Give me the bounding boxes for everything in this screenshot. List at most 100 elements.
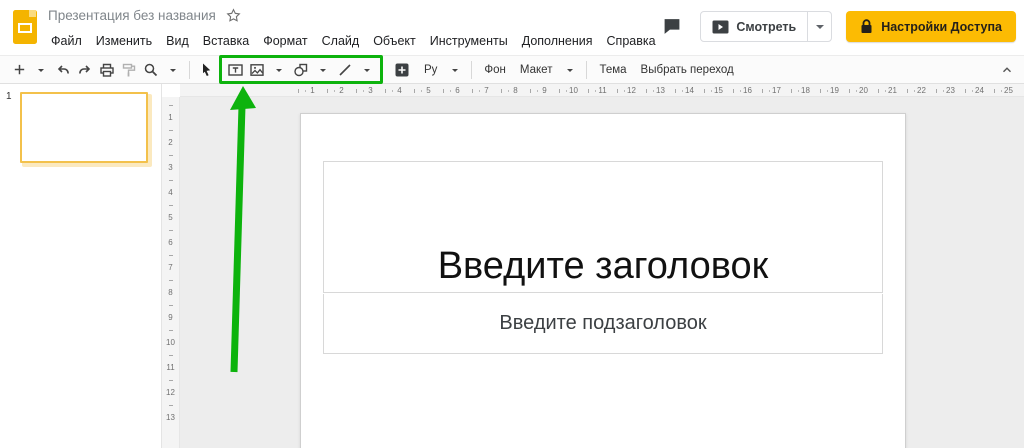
paint-format-button[interactable] bbox=[118, 58, 140, 82]
font-options-button[interactable] bbox=[444, 58, 466, 82]
ruler-tick-label: 3 bbox=[356, 86, 385, 95]
ruler-tick-label: 11 bbox=[162, 355, 179, 380]
ruler-tick-label: 2 bbox=[162, 130, 179, 155]
shape-icon bbox=[293, 62, 309, 78]
ruler-tick-label: 21 bbox=[878, 86, 907, 95]
undo-button[interactable] bbox=[52, 58, 74, 82]
transition-button[interactable]: Выбрать переход bbox=[634, 58, 741, 82]
ruler-tick-label: 20 bbox=[849, 86, 878, 95]
menu-item[interactable]: Изменить bbox=[89, 30, 159, 52]
comment-add-icon bbox=[394, 62, 410, 78]
background-button[interactable]: Фон bbox=[477, 58, 513, 82]
menu-item[interactable]: Файл bbox=[44, 30, 89, 52]
present-label: Смотреть bbox=[736, 20, 796, 34]
ruler-tick-label: 11 bbox=[588, 86, 617, 95]
subtitle-placeholder[interactable]: Введите подзаголовок bbox=[323, 294, 883, 354]
slides-logo-icon[interactable] bbox=[12, 9, 38, 45]
menu-item[interactable]: Дополнения bbox=[515, 30, 600, 52]
theme-button[interactable]: Тема bbox=[592, 58, 633, 82]
image-options-button[interactable] bbox=[268, 58, 290, 82]
menu-item[interactable]: Формат bbox=[256, 30, 314, 52]
menu-item[interactable]: Инструменты bbox=[423, 30, 515, 52]
ruler-tick-label: 16 bbox=[733, 86, 762, 95]
redo-button[interactable] bbox=[74, 58, 96, 82]
horizontal-ruler[interactable]: 1234567891011121314151617181920212223242… bbox=[180, 84, 1024, 97]
chevron-down-icon bbox=[38, 69, 44, 75]
ruler-tick-label: 17 bbox=[762, 86, 791, 95]
title-placeholder[interactable]: Введите заголовок bbox=[323, 161, 883, 293]
ruler-tick-label: 4 bbox=[162, 180, 179, 205]
ruler-tick-label: 6 bbox=[443, 86, 472, 95]
ruler-tick-label: 10 bbox=[559, 86, 588, 95]
cursor-icon bbox=[198, 62, 214, 78]
text-box-tool-button[interactable] bbox=[224, 58, 246, 82]
menu-item[interactable]: Слайд bbox=[315, 30, 367, 52]
zoom-options-button[interactable] bbox=[162, 58, 184, 82]
line-tool-button[interactable] bbox=[334, 58, 356, 82]
ruler-tick-label: 23 bbox=[936, 86, 965, 95]
ruler-tick-label: 18 bbox=[791, 86, 820, 95]
layout-options-button[interactable] bbox=[559, 58, 581, 82]
menu-item[interactable]: Вставка bbox=[196, 30, 256, 52]
menu-item[interactable]: Вид bbox=[159, 30, 196, 52]
add-slide-button[interactable] bbox=[8, 58, 30, 82]
font-button[interactable]: Ру bbox=[417, 58, 444, 82]
ruler-tick-label: 8 bbox=[162, 280, 179, 305]
star-icon[interactable] bbox=[226, 8, 241, 23]
share-button[interactable]: Настройки Доступа bbox=[846, 11, 1016, 42]
line-options-button[interactable] bbox=[356, 58, 378, 82]
present-options-button[interactable] bbox=[807, 12, 831, 41]
lock-icon bbox=[860, 19, 873, 34]
ruler-tick-label: 1 bbox=[162, 105, 179, 130]
menu-item[interactable]: Справка bbox=[600, 30, 663, 52]
hide-menus-button[interactable] bbox=[996, 58, 1018, 82]
print-button[interactable] bbox=[96, 58, 118, 82]
ruler-tick-label: 13 bbox=[646, 86, 675, 95]
toolbar-separator bbox=[586, 61, 587, 79]
ruler-tick-label: 22 bbox=[907, 86, 936, 95]
layout-button[interactable]: Макет bbox=[513, 58, 560, 82]
select-tool-button[interactable] bbox=[195, 58, 217, 82]
present-split-button: Смотреть bbox=[700, 11, 832, 42]
ruler-tick-label: 8 bbox=[501, 86, 530, 95]
image-icon bbox=[249, 62, 265, 78]
paint-roller-icon bbox=[121, 62, 137, 78]
slide[interactable]: Введите заголовок Введите подзаголовок bbox=[300, 113, 906, 448]
comment-icon bbox=[662, 17, 682, 36]
plus-icon bbox=[12, 62, 27, 77]
chevron-down-icon bbox=[567, 69, 573, 75]
chevron-down-icon bbox=[452, 69, 458, 75]
page-title[interactable]: Презентация без названия bbox=[48, 8, 216, 23]
present-icon bbox=[712, 20, 729, 34]
ruler-tick-label: 9 bbox=[530, 86, 559, 95]
slide-canvas[interactable]: Введите заголовок Введите подзаголовок bbox=[180, 97, 1024, 448]
ruler-tick-label: 3 bbox=[162, 155, 179, 180]
ruler-tick-label: 25 bbox=[994, 86, 1023, 95]
shape-tool-button[interactable] bbox=[290, 58, 312, 82]
shape-options-button[interactable] bbox=[312, 58, 334, 82]
insert-comment-button[interactable] bbox=[391, 58, 413, 82]
title-row: Презентация без названия bbox=[48, 8, 241, 23]
chevron-down-icon bbox=[320, 69, 326, 75]
redo-icon bbox=[77, 62, 93, 78]
comments-button[interactable] bbox=[658, 13, 686, 41]
chevron-up-icon bbox=[1000, 63, 1014, 77]
ruler-tick-label: 24 bbox=[965, 86, 994, 95]
ruler-tick-label: 2 bbox=[327, 86, 356, 95]
vertical-ruler[interactable]: 12345678910111213 bbox=[162, 97, 180, 448]
present-button[interactable]: Смотреть bbox=[701, 12, 807, 41]
share-label: Настройки Доступа bbox=[881, 20, 1002, 34]
image-tool-button[interactable] bbox=[246, 58, 268, 82]
ruler-tick-label: 9 bbox=[162, 305, 179, 330]
zoom-button[interactable] bbox=[140, 58, 162, 82]
print-icon bbox=[99, 62, 115, 78]
slide-thumbnail[interactable] bbox=[20, 92, 148, 163]
add-slide-options-button[interactable] bbox=[30, 58, 52, 82]
menu-item[interactable]: Объект bbox=[366, 30, 423, 52]
ruler-tick-label: 5 bbox=[162, 205, 179, 230]
slide-number: 1 bbox=[6, 91, 12, 102]
ruler-tick-label: 10 bbox=[162, 330, 179, 355]
chevron-down-icon bbox=[276, 69, 282, 75]
chevron-down-icon bbox=[816, 25, 824, 33]
ruler-tick-label: 12 bbox=[162, 380, 179, 405]
